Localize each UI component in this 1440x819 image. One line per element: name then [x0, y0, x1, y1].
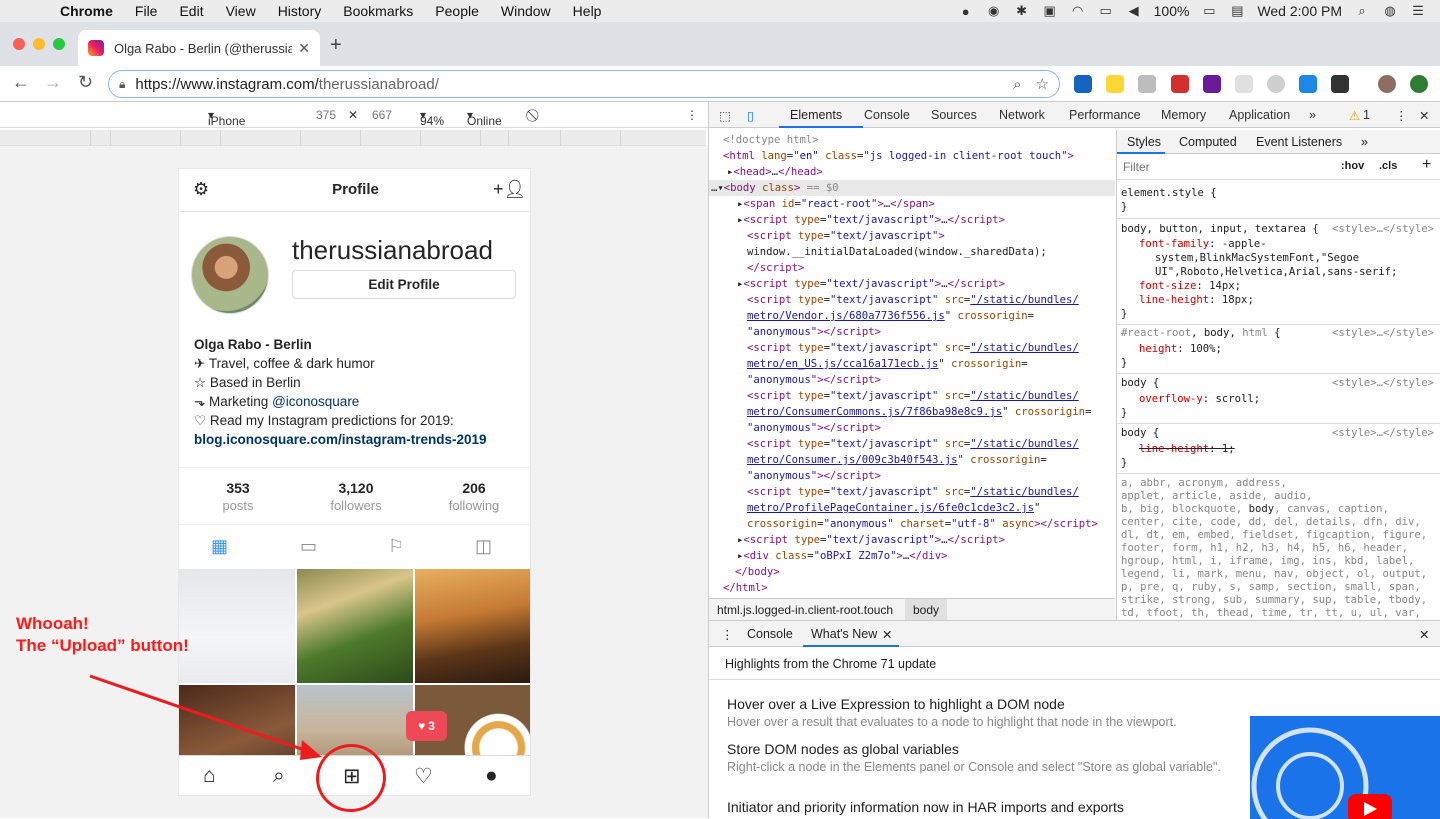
more-tabs-icon[interactable]: »: [1309, 108, 1316, 122]
extension-2-icon[interactable]: [1106, 75, 1124, 93]
extension-8-icon[interactable]: [1299, 75, 1317, 93]
extension-3-icon[interactable]: [1138, 75, 1156, 93]
clock[interactable]: Wed 2:00 PM: [1257, 3, 1342, 19]
drawer-tab-console[interactable]: Console: [747, 627, 793, 641]
breadcrumb-body[interactable]: body: [905, 599, 948, 620]
drawer-tab-whats-new[interactable]: What's New: [811, 627, 877, 641]
status-chrome-icon[interactable]: ◉: [986, 3, 1002, 18]
warning-icon[interactable]: ⚠: [1349, 108, 1360, 123]
new-style-rule-icon[interactable]: +: [1422, 156, 1431, 174]
tab-computed[interactable]: Computed: [1179, 135, 1237, 149]
extension-6-icon[interactable]: [1235, 75, 1253, 93]
extension-5-icon[interactable]: [1203, 75, 1221, 93]
update-icon[interactable]: [1410, 75, 1428, 93]
tab-application[interactable]: Application: [1229, 108, 1290, 122]
extension-1-icon[interactable]: [1074, 75, 1092, 93]
inspect-element-icon[interactable]: ⬚: [719, 108, 731, 123]
whats-new-item-title[interactable]: Hover over a Live Expression to highligh…: [727, 696, 1065, 712]
whats-new-heading: Highlights from the Chrome 71 update: [725, 657, 937, 671]
tab-performance[interactable]: Performance: [1069, 108, 1141, 122]
whats-new-item-sub: Hover over a result that evaluates to a …: [727, 715, 1177, 729]
status-app-icon[interactable]: ●: [958, 4, 974, 19]
annotation-arrow: [89, 674, 322, 760]
bookmark-star-icon[interactable]: ☆: [1036, 75, 1049, 93]
styles-filter-input[interactable]: [1119, 157, 1331, 176]
tab-network[interactable]: Network: [999, 108, 1045, 122]
promo-graphic: [1251, 727, 1392, 819]
tab-elements[interactable]: Elements: [790, 108, 842, 122]
whats-new-video-thumbnail[interactable]: [1250, 716, 1440, 819]
close-whats-new-icon[interactable]: ✕: [882, 627, 892, 642]
drawer-tab-indicator: [803, 645, 899, 647]
extension-4-icon[interactable]: [1171, 75, 1189, 93]
close-drawer-icon[interactable]: ✕: [1419, 627, 1429, 642]
breadcrumb-html[interactable]: html.js.logged-in.client-root.touch: [717, 603, 893, 617]
flag-icon[interactable]: ▤: [1229, 3, 1245, 18]
styles-filter-bar: :hov .cls +: [1117, 154, 1440, 180]
status-box-icon[interactable]: ▣: [1042, 3, 1058, 18]
class-toggle[interactable]: .cls: [1379, 160, 1397, 172]
notification-center-icon[interactable]: ☰: [1410, 3, 1426, 18]
battery-percent: 100%: [1153, 3, 1190, 19]
close-devtools-icon[interactable]: ✕: [1419, 108, 1429, 123]
devtools-panel: ⬚ ▯ Elements Console Sources Network Per…: [708, 102, 1440, 819]
breadcrumb: html.js.logged-in.client-root.touch body: [709, 598, 1115, 620]
bluetooth-icon[interactable]: ✱: [1014, 3, 1030, 18]
devtools-tabbar: ⬚ ▯ Elements Console Sources Network Per…: [709, 102, 1440, 128]
battery-icon[interactable]: ▭: [1201, 3, 1217, 18]
tab-sources[interactable]: Sources: [931, 108, 977, 122]
styles-pane: Styles Computed Event Listeners » :hov .…: [1116, 130, 1440, 620]
whats-new-item-sub: Right-click a node in the Elements panel…: [727, 760, 1221, 774]
spotlight-icon[interactable]: ⌕: [1354, 3, 1370, 18]
extension-7-icon[interactable]: [1267, 75, 1285, 93]
hover-state-toggle[interactable]: :hov: [1341, 160, 1364, 172]
zoom-icon[interactable]: ⌕: [1013, 76, 1021, 93]
warning-count[interactable]: 1: [1363, 108, 1370, 122]
whats-new-item-title[interactable]: Initiator and priority information now i…: [727, 799, 1124, 815]
tab-memory[interactable]: Memory: [1161, 108, 1206, 122]
whats-new-item-title[interactable]: Store DOM nodes as global variables: [727, 741, 959, 757]
tab-console[interactable]: Console: [864, 108, 910, 122]
wifi-icon[interactable]: ◠: [1070, 3, 1086, 18]
tab-styles[interactable]: Styles: [1127, 135, 1161, 149]
devtools-menu-icon[interactable]: ⋮: [1395, 108, 1408, 123]
elements-dom-tree[interactable]: <!doctype html> <html lang="en" class="j…: [709, 130, 1115, 600]
profile-avatar-icon[interactable]: [1378, 75, 1396, 93]
device-toggle-icon[interactable]: ▯: [747, 108, 754, 123]
devtools-drawer: ⋮ Console What's New ✕ ✕ Highlights from…: [709, 620, 1440, 819]
drawer-menu-icon[interactable]: ⋮: [721, 627, 734, 642]
styles-tabbar: Styles Computed Event Listeners »: [1117, 130, 1440, 154]
more-style-tabs-icon[interactable]: »: [1361, 135, 1368, 149]
extension-9-icon[interactable]: [1331, 75, 1349, 93]
active-tab-indicator: [779, 126, 863, 128]
airplay-icon[interactable]: ▭: [1098, 3, 1114, 18]
drawer-tabbar: ⋮ Console What's New ✕ ✕: [709, 621, 1440, 647]
drawer-divider: [709, 679, 1440, 680]
tab-event-listeners[interactable]: Event Listeners: [1256, 135, 1342, 149]
volume-icon[interactable]: ◀: [1126, 3, 1142, 18]
siri-icon[interactable]: ◍: [1382, 3, 1398, 18]
